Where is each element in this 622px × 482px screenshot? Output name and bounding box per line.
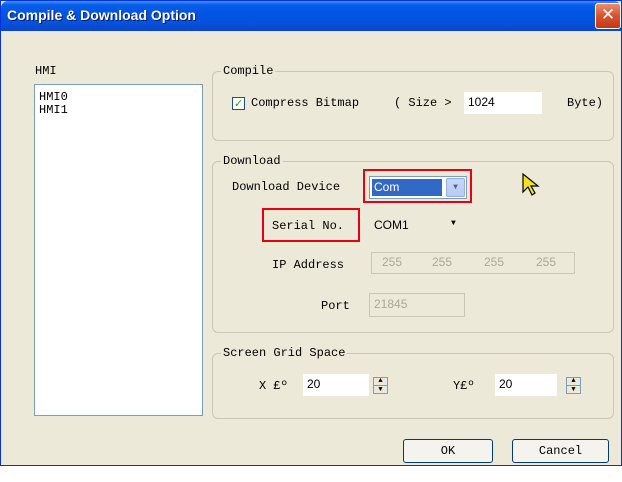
grid-y-input[interactable]: 20 (495, 374, 557, 396)
download-device-label: Download Device (232, 180, 341, 194)
hmi-label: HMI (35, 64, 57, 78)
serial-no-highlight (262, 208, 360, 242)
ip-address-input: 255 255 255 255 (371, 252, 575, 274)
port-label: Port (321, 299, 350, 313)
spin-up-icon[interactable]: ▲ (374, 377, 387, 385)
spin-down-icon[interactable]: ▼ (374, 385, 387, 394)
ip-segment-1: 255 (382, 255, 403, 269)
ip-address-label: IP Address (272, 258, 345, 272)
window-title: Compile & Download Option (7, 7, 196, 23)
grid-x-input[interactable]: 20 (303, 374, 369, 396)
screen-grid-legend: Screen Grid Space (221, 346, 348, 360)
ip-segment-4: 255 (536, 255, 557, 269)
ip-segment-2: 255 (432, 255, 453, 269)
download-device-highlight (363, 169, 472, 203)
compress-bitmap-label: Compress Bitmap (251, 96, 360, 110)
spin-down-icon[interactable]: ▼ (567, 385, 580, 394)
title-bar[interactable]: Compile & Download Option ✕ (1, 1, 621, 31)
ip-segment-3: 255 (484, 255, 505, 269)
ok-button[interactable]: OK (403, 439, 493, 463)
compile-legend: Compile (221, 64, 276, 78)
grid-x-spinner[interactable]: ▲ ▼ (373, 377, 388, 394)
grid-y-spinner[interactable]: ▲ ▼ (566, 377, 581, 394)
serial-no-value: COM1 (374, 218, 409, 232)
dialog-window: Compile & Download Option ✕ HMI HMI0 HMI… (0, 0, 622, 466)
compress-bitmap-checkbox[interactable]: ✓ (232, 97, 245, 110)
spin-up-icon[interactable]: ▲ (567, 377, 580, 385)
hmi-list-item-1[interactable]: HMI1 (39, 104, 68, 117)
serial-chevron-down-icon[interactable]: ▼ (451, 219, 456, 228)
hmi-list[interactable]: HMI0 HMI1 (34, 84, 203, 416)
port-input: 21845 (369, 293, 465, 317)
close-icon[interactable]: ✕ (595, 3, 621, 29)
grid-y-label: Y£º (453, 379, 475, 393)
grid-x-label: X £º (259, 379, 288, 393)
cancel-button[interactable]: Cancel (512, 439, 609, 463)
download-legend: Download (221, 154, 283, 168)
size-label: ( Size > (394, 96, 452, 110)
size-input[interactable]: 1024 (464, 92, 542, 114)
byte-unit-label: Byte) (567, 96, 604, 110)
mouse-cursor-icon (522, 173, 540, 196)
